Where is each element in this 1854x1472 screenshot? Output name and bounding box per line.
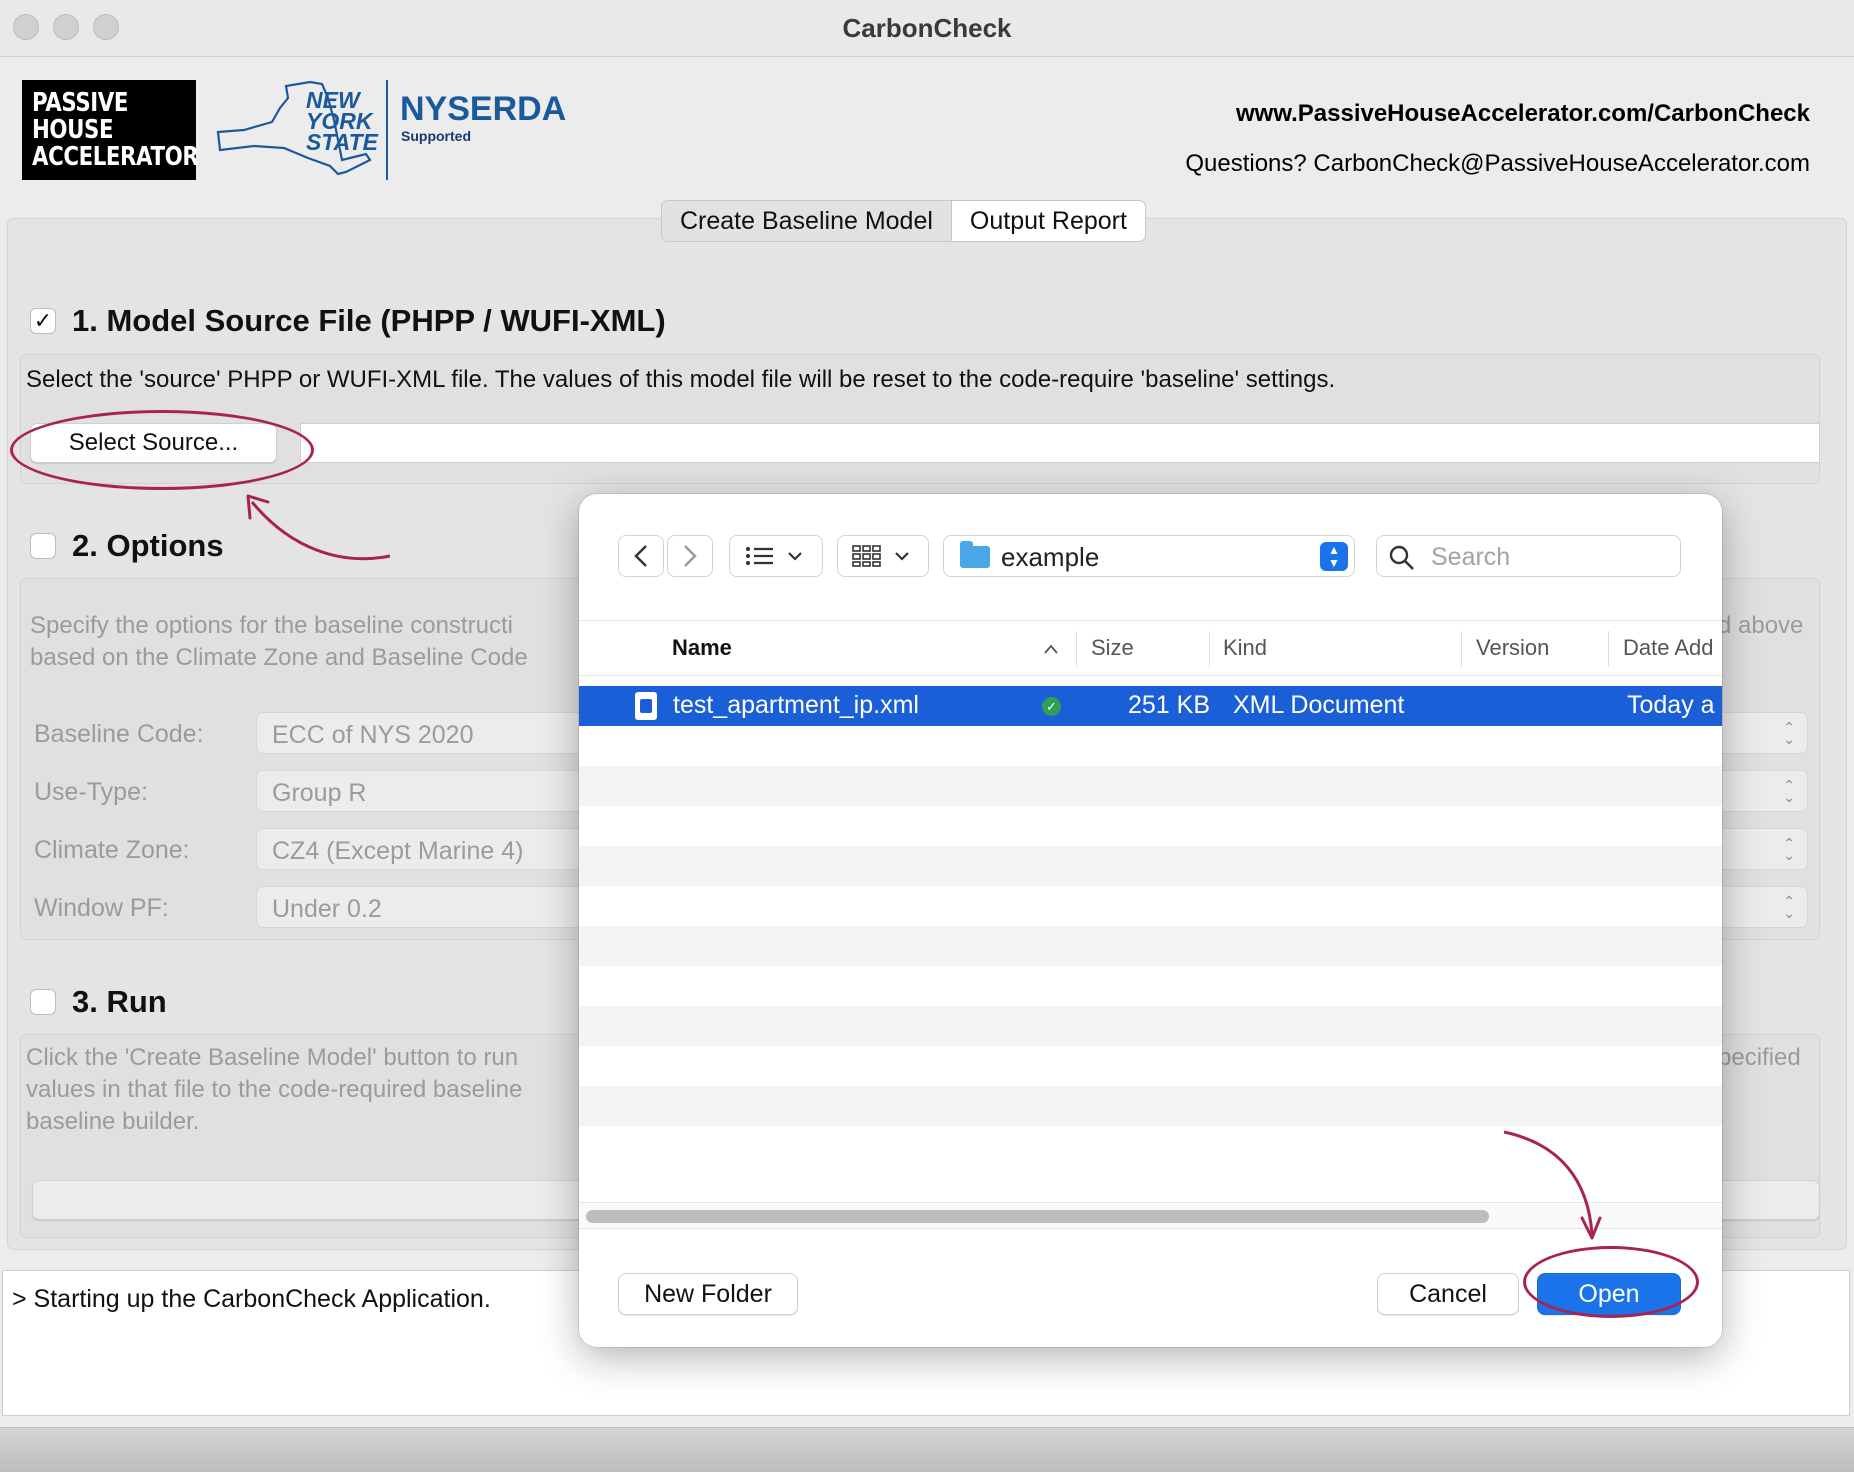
grid-view-icon — [852, 545, 909, 567]
section-2-title: 2. Options — [72, 528, 224, 563]
list-item — [579, 726, 1722, 766]
annotation-arrow-down-icon — [1503, 1130, 1602, 1240]
section-3-description-line-1: Click the 'Create Baseline Model' button… — [26, 1044, 519, 1071]
source-path-field[interactable] — [300, 423, 1820, 463]
list-item — [579, 846, 1722, 886]
search-input[interactable]: Search — [1376, 535, 1681, 577]
logo-line: HOUSE — [32, 115, 114, 145]
section-3-description-right: pecified — [1718, 1044, 1801, 1071]
column-kind[interactable]: Kind — [1223, 635, 1267, 661]
list-item — [579, 1086, 1722, 1126]
grid-view-button[interactable] — [837, 535, 929, 577]
file-name: test_apartment_ip.xml — [673, 691, 919, 719]
scrollbar-thumb[interactable] — [586, 1210, 1489, 1223]
column-separator[interactable] — [1608, 631, 1609, 667]
tab-create-baseline-model[interactable]: Create Baseline Model — [662, 201, 952, 241]
title-bar: CarbonCheck — [0, 0, 1854, 57]
baseline-code-value: ECC of NYS 2020 — [272, 721, 474, 749]
window-pf-value: Under 0.2 — [272, 895, 382, 923]
contact-email: Questions? CarbonCheck@PassiveHouseAccel… — [1185, 150, 1810, 177]
file-date-added: Today a — [1627, 691, 1715, 719]
back-button[interactable] — [618, 535, 664, 577]
section-2-description-line-1: Specify the options for the baseline con… — [30, 612, 513, 639]
section-1-checkbox[interactable]: ✓ — [30, 308, 56, 334]
logo-divider — [386, 80, 388, 180]
baseline-code-label: Baseline Code: — [34, 720, 204, 748]
column-separator[interactable] — [1209, 631, 1210, 667]
logo-line: PASSIVE — [32, 88, 129, 118]
window-bottom-bar — [0, 1427, 1854, 1472]
chevron-left-icon — [634, 545, 647, 567]
website-url: www.PassiveHouseAccelerator.com/CarbonCh… — [1235, 100, 1810, 127]
console-line: > Starting up the CarbonCheck Applicatio… — [12, 1285, 491, 1313]
section-2-header: 2. Options — [30, 528, 224, 564]
list-view-icon — [746, 547, 802, 565]
file-kind: XML Document — [1233, 691, 1405, 719]
list-view-button[interactable] — [729, 535, 823, 577]
column-separator[interactable] — [1461, 631, 1462, 667]
list-item — [579, 766, 1722, 806]
passive-house-accelerator-logo: PASSIVE HOUSE ACCELERATOR — [22, 80, 199, 180]
column-size[interactable]: Size — [1091, 635, 1134, 661]
cancel-button[interactable]: Cancel — [1377, 1273, 1519, 1315]
select-stepper-icon: ⌃ ⌄ — [1783, 719, 1795, 747]
sort-ascending-icon[interactable] — [1043, 643, 1059, 655]
section-1-title: 1. Model Source File (PHPP / WUFI-XML) — [72, 303, 666, 338]
search-icon — [1389, 545, 1414, 570]
folder-location-select[interactable]: example ▲ ▼ — [943, 535, 1355, 577]
nyserda-logo: NYSERDA — [400, 90, 567, 128]
annotation-arrow-up-icon — [246, 494, 391, 561]
tab-output-report[interactable]: Output Report — [952, 201, 1145, 241]
select-stepper-icon: ⌃ ⌄ — [1783, 777, 1795, 805]
list-item — [579, 806, 1722, 846]
column-version[interactable]: Version — [1476, 635, 1549, 661]
nys-line: STATE — [306, 129, 378, 155]
icloud-synced-icon: ✓ — [1042, 697, 1061, 716]
folder-icon — [960, 541, 990, 568]
folder-name: example — [1001, 542, 1100, 572]
section-3-header: 3. Run — [30, 984, 167, 1020]
climate-zone-label: Climate Zone: — [34, 836, 190, 864]
forward-button[interactable] — [667, 535, 713, 577]
xml-file-icon — [635, 692, 657, 720]
use-type-label: Use-Type: — [34, 778, 148, 806]
annotation-circle-select-source — [10, 410, 314, 490]
select-stepper-icon: ⌃ ⌄ — [1783, 893, 1795, 921]
list-item — [579, 886, 1722, 926]
section-2-description-right: d above — [1718, 612, 1804, 639]
section-1-header: ✓ 1. Model Source File (PHPP / WUFI-XML) — [30, 303, 666, 339]
list-item — [579, 1006, 1722, 1046]
column-name[interactable]: Name — [672, 635, 732, 661]
chevron-right-icon — [684, 545, 697, 567]
list-item — [579, 966, 1722, 1006]
annotation-circle-open — [1523, 1246, 1699, 1318]
section-2-description-line-2: based on the Climate Zone and Baseline C… — [30, 644, 528, 671]
logo-line: ACCELERATOR — [32, 142, 199, 172]
section-1-description: Select the 'source' PHPP or WUFI-XML fil… — [26, 366, 1336, 393]
list-item — [579, 926, 1722, 966]
window-pf-label: Window PF: — [34, 894, 169, 922]
file-row-test-apartment[interactable]: test_apartment_ip.xml ✓ 251 KB XML Docum… — [579, 686, 1722, 726]
select-stepper-icon: ⌃ ⌄ — [1783, 835, 1795, 863]
list-item — [579, 1046, 1722, 1086]
window-title: CarbonCheck — [842, 13, 1012, 43]
column-separator[interactable] — [1076, 631, 1077, 667]
section-3-title: 3. Run — [72, 984, 167, 1019]
use-type-value: Group R — [272, 779, 367, 807]
folder-stepper-icon: ▲ ▼ — [1320, 542, 1348, 571]
section-3-description-line-3: baseline builder. — [26, 1108, 200, 1135]
column-date-added[interactable]: Date Add — [1623, 635, 1714, 661]
file-list-header: Name Size Kind Version Date Add — [579, 620, 1722, 676]
new-york-state-text: NEW YORK STATE — [306, 89, 378, 155]
file-size: 251 KB — [1128, 691, 1211, 719]
search-placeholder: Search — [1431, 543, 1511, 571]
section-3-checkbox[interactable] — [30, 989, 56, 1015]
section-3-description-line-2: values in that file to the code-required… — [26, 1076, 523, 1103]
tab-bar: Create Baseline Model Output Report — [661, 200, 1146, 242]
section-2-checkbox[interactable] — [30, 533, 56, 559]
climate-zone-value: CZ4 (Except Marine 4) — [272, 837, 524, 865]
nyserda-supported-text: Supported — [401, 128, 471, 144]
new-folder-button[interactable]: New Folder — [618, 1273, 798, 1315]
file-list: test_apartment_ip.xml ✓ 251 KB XML Docum… — [579, 686, 1722, 1156]
